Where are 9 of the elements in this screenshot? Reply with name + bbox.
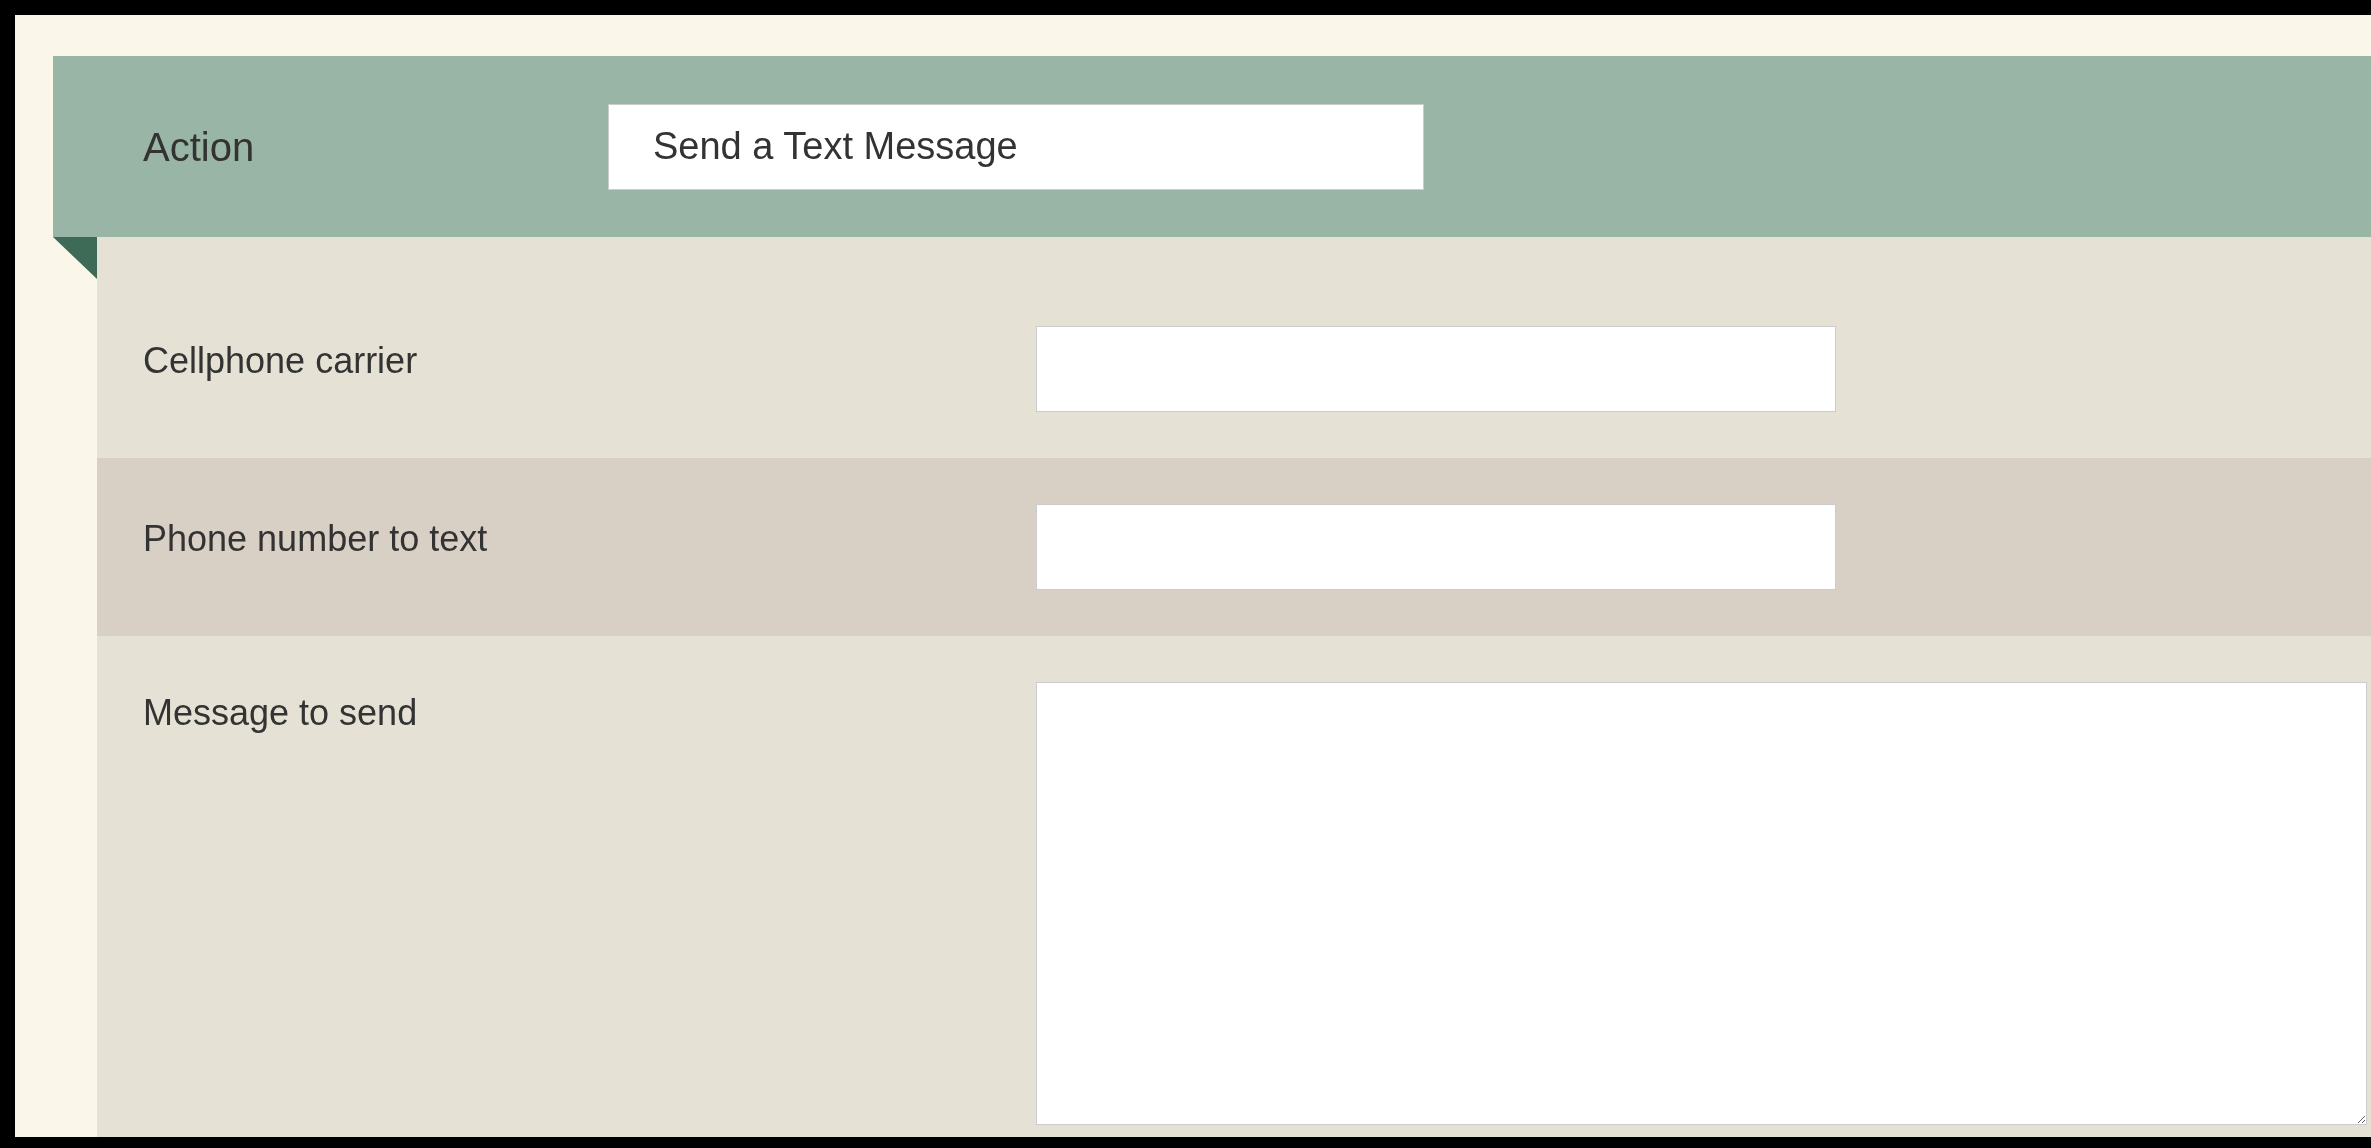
input-field[interactable]: [1036, 504, 1836, 590]
field-label: Cellphone carrier: [143, 339, 419, 383]
action-label: Action: [143, 123, 256, 171]
message-textarea[interactable]: [1036, 682, 2367, 1125]
field-label: Message to send: [143, 691, 419, 735]
fold-corner-icon: [53, 237, 97, 279]
action-select[interactable]: Send a Text Message: [608, 103, 1424, 190]
input-field[interactable]: [1036, 326, 1836, 412]
field-label: Phone number to text: [143, 517, 489, 561]
